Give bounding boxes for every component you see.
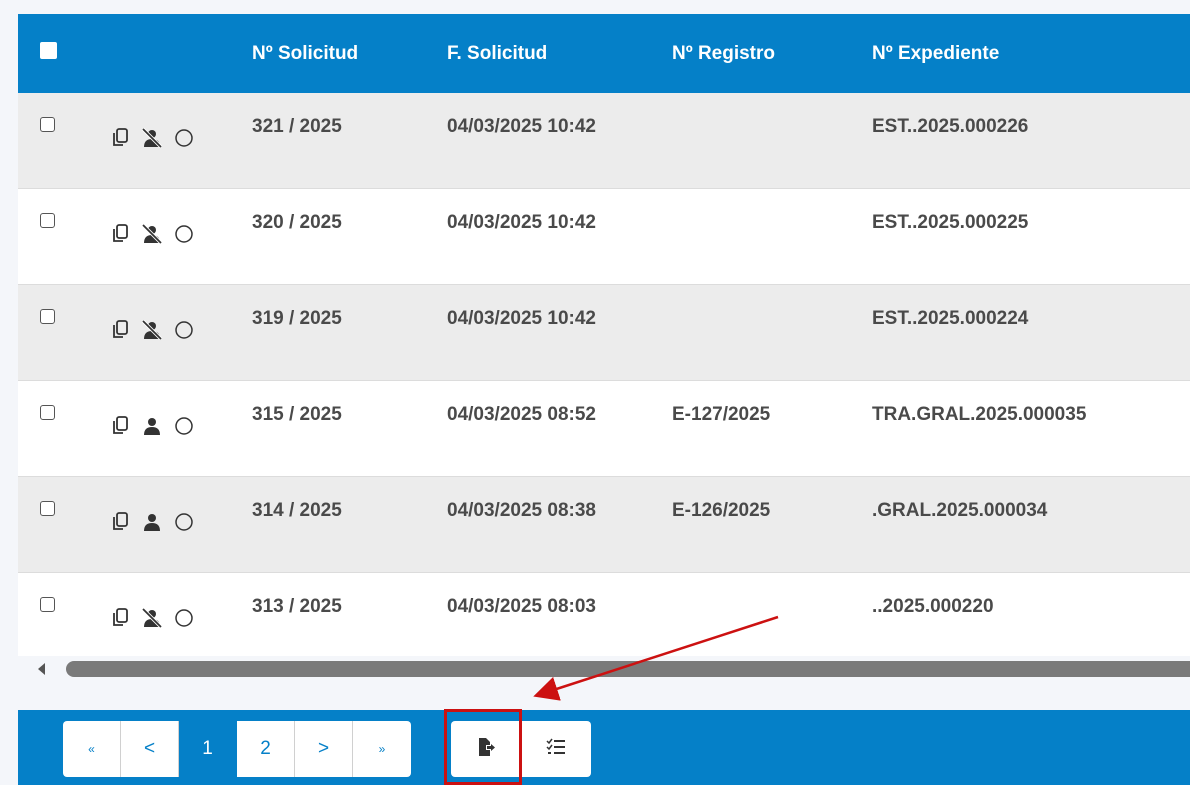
scroll-left-arrow-icon[interactable] xyxy=(38,663,45,675)
person-off-icon[interactable] xyxy=(141,127,163,149)
cell-solicitud: 315 / 2025 xyxy=(252,404,342,425)
cell-expediente: .GRAL.2025.000034 xyxy=(872,500,1048,521)
copy-icon[interactable] xyxy=(109,511,131,533)
row-checkbox[interactable] xyxy=(40,405,55,420)
cell-registro xyxy=(672,93,872,116)
copy-icon[interactable] xyxy=(109,415,131,437)
cell-expediente: EST..2025.000226 xyxy=(872,116,1029,137)
row-checkbox[interactable] xyxy=(40,597,55,612)
circle-icon[interactable] xyxy=(173,511,195,533)
cell-fecha: 04/03/2025 08:38 xyxy=(447,500,596,521)
person-off-icon[interactable] xyxy=(141,223,163,245)
col-header-solicitud[interactable]: Nº Solicitud xyxy=(252,43,447,65)
table-header: Nº Solicitud F. Solicitud Nº Registro Nº… xyxy=(18,14,1190,93)
pagination: « < 1 2 > » xyxy=(63,721,411,777)
table-row[interactable]: 320 / 2025 04/03/2025 10:42 EST..2025.00… xyxy=(18,189,1190,285)
table-row[interactable]: 319 / 2025 04/03/2025 10:42 EST..2025.00… xyxy=(18,285,1190,381)
cell-solicitud: 320 / 2025 xyxy=(252,212,342,233)
row-checkbox-cell xyxy=(18,381,93,426)
person-icon[interactable] xyxy=(141,415,163,437)
table-body: 321 / 2025 04/03/2025 10:42 EST..2025.00… xyxy=(18,93,1190,669)
export-button[interactable] xyxy=(451,721,521,777)
cell-registro xyxy=(672,189,872,212)
row-actions xyxy=(93,93,252,149)
cell-registro xyxy=(672,285,872,308)
col-header-fecha[interactable]: F. Solicitud xyxy=(447,43,672,65)
row-checkbox[interactable] xyxy=(40,501,55,516)
row-checkbox-cell xyxy=(18,93,93,138)
cell-fecha: 04/03/2025 08:52 xyxy=(447,404,596,425)
row-checkbox[interactable] xyxy=(40,309,55,324)
row-actions xyxy=(93,381,252,437)
table-row[interactable]: 314 / 2025 04/03/2025 08:38 E-126/2025 .… xyxy=(18,477,1190,573)
cell-fecha: 04/03/2025 10:42 xyxy=(447,116,596,137)
cell-registro: E-127/2025 xyxy=(672,404,771,425)
row-checkbox-cell xyxy=(18,189,93,234)
requests-table: Nº Solicitud F. Solicitud Nº Registro Nº… xyxy=(18,14,1190,669)
cell-fecha: 04/03/2025 10:42 xyxy=(447,212,596,233)
cell-expediente: EST..2025.000224 xyxy=(872,308,1029,329)
row-checkbox-cell xyxy=(18,573,93,618)
row-checkbox[interactable] xyxy=(40,213,55,228)
cell-expediente: EST..2025.000225 xyxy=(872,212,1029,233)
col-header-expediente[interactable]: Nº Expediente xyxy=(872,43,1190,65)
circle-icon[interactable] xyxy=(173,415,195,437)
table-row[interactable]: 313 / 2025 04/03/2025 08:03 ..2025.00022… xyxy=(18,573,1190,669)
cell-solicitud: 321 / 2025 xyxy=(252,116,342,137)
circle-icon[interactable] xyxy=(173,319,195,341)
cell-solicitud: 319 / 2025 xyxy=(252,308,342,329)
table-footer: « < 1 2 > » xyxy=(18,710,1190,785)
cell-expediente: TRA.GRAL.2025.000035 xyxy=(872,404,1087,425)
page-1-button[interactable]: 1 xyxy=(179,721,237,777)
table-row[interactable]: 321 / 2025 04/03/2025 10:42 EST..2025.00… xyxy=(18,93,1190,189)
row-checkbox-cell xyxy=(18,477,93,522)
checklist-icon xyxy=(546,737,566,762)
page-2-button[interactable]: 2 xyxy=(237,721,295,777)
scrollbar-thumb[interactable] xyxy=(66,661,1190,677)
footer-toolbar xyxy=(451,721,591,777)
cell-solicitud: 314 / 2025 xyxy=(252,500,342,521)
cell-solicitud: 313 / 2025 xyxy=(252,596,342,617)
cell-registro: E-126/2025 xyxy=(672,500,771,521)
col-header-registro[interactable]: Nº Registro xyxy=(672,43,872,65)
row-actions xyxy=(93,573,252,629)
circle-icon[interactable] xyxy=(173,223,195,245)
copy-icon[interactable] xyxy=(109,607,131,629)
file-export-icon xyxy=(476,737,496,762)
first-page-button[interactable]: « xyxy=(63,721,121,777)
row-actions xyxy=(93,189,252,245)
prev-page-button[interactable]: < xyxy=(121,721,179,777)
cell-fecha: 04/03/2025 10:42 xyxy=(447,308,596,329)
row-actions xyxy=(93,285,252,341)
cell-fecha: 04/03/2025 08:03 xyxy=(447,596,596,617)
person-off-icon[interactable] xyxy=(141,319,163,341)
next-page-button[interactable]: > xyxy=(295,721,353,777)
row-checkbox-cell xyxy=(18,285,93,330)
checklist-button[interactable] xyxy=(521,721,591,777)
select-all-cell xyxy=(18,42,93,65)
row-actions xyxy=(93,477,252,533)
row-checkbox[interactable] xyxy=(40,117,55,132)
circle-icon[interactable] xyxy=(173,607,195,629)
person-off-icon[interactable] xyxy=(141,607,163,629)
select-all-checkbox[interactable] xyxy=(40,42,57,59)
table-row[interactable]: 315 / 2025 04/03/2025 08:52 E-127/2025 T… xyxy=(18,381,1190,477)
horizontal-scrollbar[interactable] xyxy=(18,656,1190,682)
copy-icon[interactable] xyxy=(109,319,131,341)
circle-icon[interactable] xyxy=(173,127,195,149)
cell-expediente: ..2025.000220 xyxy=(872,596,994,617)
copy-icon[interactable] xyxy=(109,127,131,149)
last-page-button[interactable]: » xyxy=(353,721,411,777)
cell-registro xyxy=(672,573,872,596)
person-icon[interactable] xyxy=(141,511,163,533)
copy-icon[interactable] xyxy=(109,223,131,245)
